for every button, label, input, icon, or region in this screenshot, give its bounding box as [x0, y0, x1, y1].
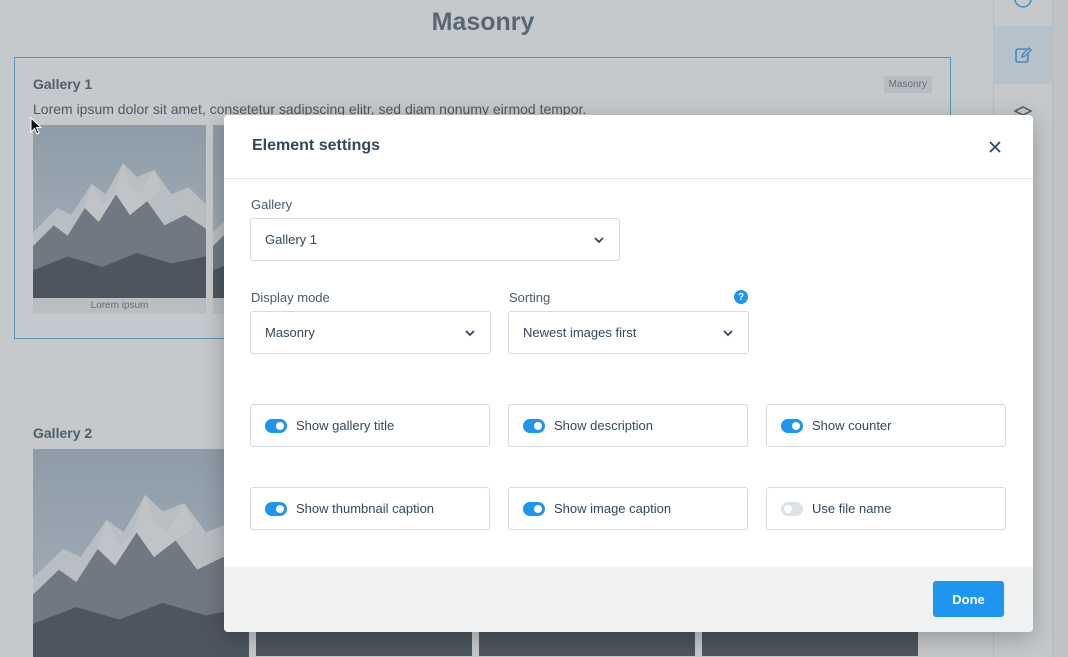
toggle-label: Show counter: [812, 418, 892, 433]
sorting-select[interactable]: Newest images first: [508, 311, 749, 354]
display-mode-select[interactable]: Masonry: [250, 311, 491, 354]
toggle-show-gallery-title[interactable]: Show gallery title: [250, 404, 490, 447]
gallery-label: Gallery: [251, 197, 293, 212]
toggle-switch[interactable]: [265, 501, 287, 516]
toggle-label: Use file name: [812, 501, 892, 516]
mouse-cursor-icon: [30, 117, 42, 135]
toggle-switch[interactable]: [523, 501, 545, 516]
toggle-label: Show image caption: [554, 501, 672, 516]
toggle-switch[interactable]: [523, 418, 545, 433]
sorting-label: Sorting: [509, 290, 551, 305]
gallery-select-value: Gallery 1: [265, 232, 318, 247]
dialog-footer: Done: [224, 567, 1033, 632]
element-settings-dialog: Element settings Gallery Gallery 1 Displ…: [224, 115, 1033, 632]
toggle-show-thumbnail-caption[interactable]: Show thumbnail caption: [250, 487, 490, 530]
dialog-header: Element settings: [224, 115, 1033, 179]
help-icon[interactable]: ?: [734, 290, 748, 304]
done-button[interactable]: Done: [933, 581, 1004, 617]
gallery-select[interactable]: Gallery 1: [250, 218, 620, 261]
toggle-label: Show thumbnail caption: [296, 501, 435, 516]
dialog-title: Element settings: [252, 137, 381, 154]
chevron-down-icon: [594, 236, 604, 243]
close-icon[interactable]: [985, 137, 1005, 157]
chevron-down-icon: [465, 329, 475, 336]
toggle-label: Show gallery title: [296, 418, 395, 433]
sorting-value: Newest images first: [523, 325, 637, 340]
chevron-down-icon: [723, 329, 733, 336]
toggle-switch[interactable]: [265, 418, 287, 433]
display-mode-label: Display mode: [251, 290, 330, 305]
toggle-show-description[interactable]: Show description: [508, 404, 748, 447]
toggle-label: Show description: [554, 418, 653, 433]
toggle-use-file-name[interactable]: Use file name: [766, 487, 1006, 530]
display-mode-value: Masonry: [265, 325, 315, 340]
toggle-switch[interactable]: [781, 418, 803, 433]
toggle-show-image-caption[interactable]: Show image caption: [508, 487, 748, 530]
toggle-switch[interactable]: [781, 501, 803, 516]
toggle-show-counter[interactable]: Show counter: [766, 404, 1006, 447]
